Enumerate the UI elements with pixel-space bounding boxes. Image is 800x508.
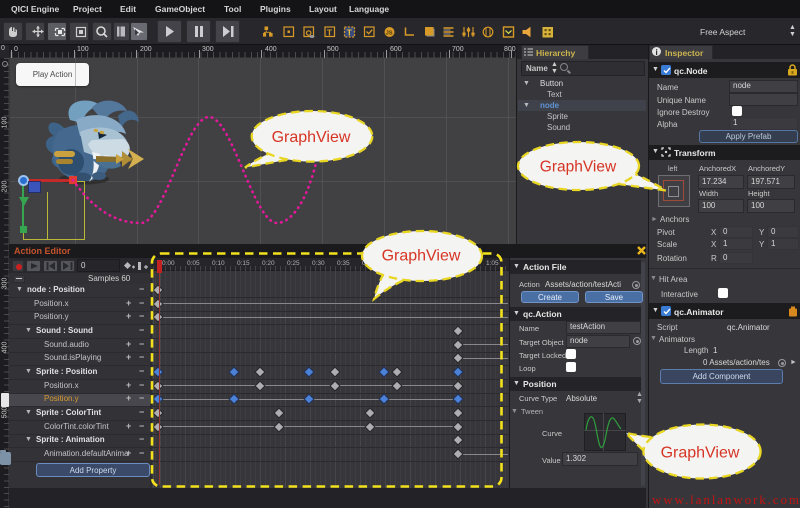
svg-text:GraphView: GraphView — [661, 445, 740, 462]
svg-text:GraphView: GraphView — [272, 129, 351, 146]
svg-text:GraphView: GraphView — [382, 248, 461, 265]
svg-text:GraphView: GraphView — [540, 159, 617, 176]
